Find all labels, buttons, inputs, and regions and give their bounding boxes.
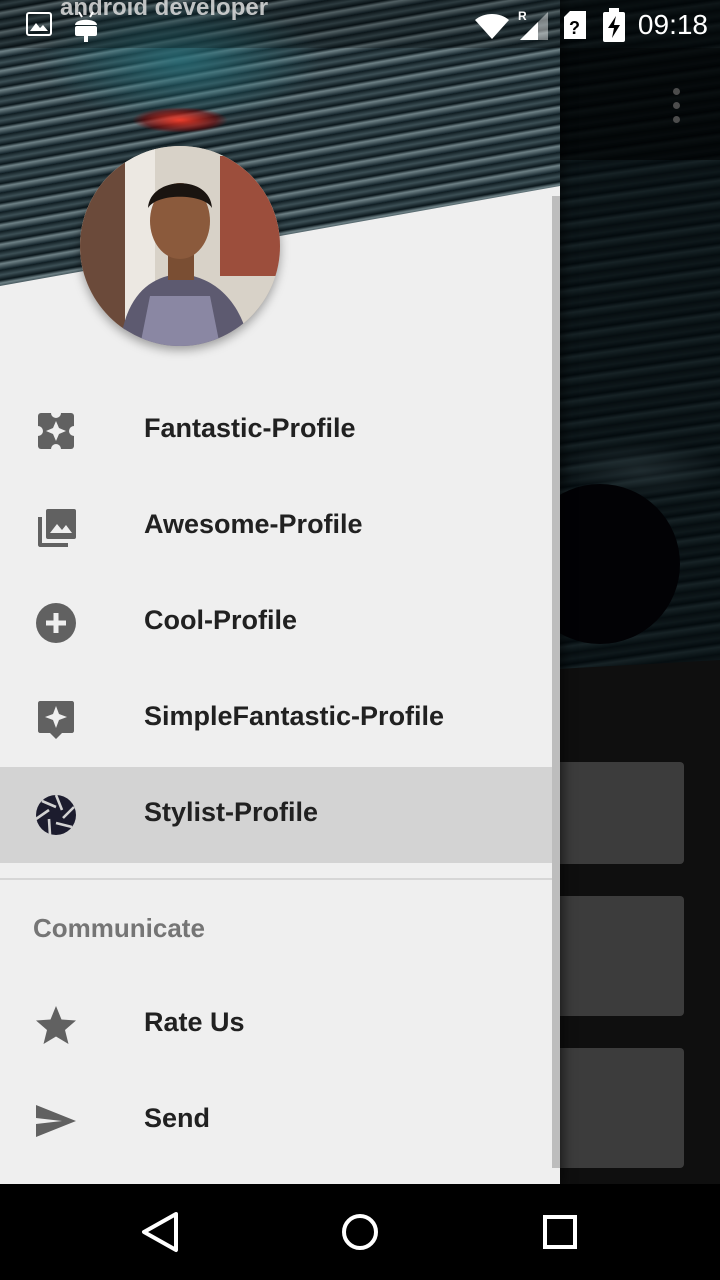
nav-item-label: Stylist-Profile	[144, 797, 319, 827]
photo-library-icon	[38, 509, 76, 547]
nav-item-fantastic-profile[interactable]: Fantastic-Profile	[0, 383, 560, 479]
battery-charging-icon	[603, 8, 625, 42]
home-circle-icon[interactable]	[332, 1204, 388, 1260]
svg-text:R: R	[518, 9, 527, 23]
svg-text:?: ?	[569, 18, 580, 38]
section-title: Communicate	[33, 913, 205, 943]
add-circle-icon	[36, 603, 76, 643]
unknown-sim-icon: ?	[564, 11, 586, 39]
wifi-icon	[475, 14, 509, 39]
system-navigation-bar	[0, 1184, 720, 1280]
puzzle-icon	[34, 409, 78, 453]
status-bar: android developer R ? 09:18	[0, 0, 720, 48]
nav-item-label: Awesome-Profile	[144, 509, 363, 539]
navigation-drawer: Fantastic-Profile Awesome-Profile Cool-P…	[0, 0, 560, 1184]
divider	[0, 878, 560, 880]
camera-shutter-icon	[35, 794, 76, 836]
nav-item-simplefantastic-profile[interactable]: SimpleFantastic-Profile	[0, 671, 560, 767]
nav-item-label: Fantastic-Profile	[144, 413, 356, 443]
nav-item-label: Cool-Profile	[144, 605, 297, 635]
star-icon	[36, 1006, 76, 1044]
android-icon	[75, 11, 97, 42]
drawer-scrollbar[interactable]	[552, 196, 560, 1168]
signal-roaming-icon: R	[518, 9, 548, 40]
nav-item-label: SimpleFantastic-Profile	[144, 701, 445, 731]
image-icon	[26, 12, 52, 36]
send-icon	[36, 1105, 76, 1137]
nav-item-rate-us[interactable]: Rate Us	[0, 977, 560, 1073]
avatar[interactable]	[80, 146, 280, 346]
nav-item-label: Send	[144, 1103, 211, 1133]
status-time: 09:18	[637, 9, 708, 40]
sparkle-badge-icon	[38, 701, 74, 739]
nav-item-stylist-profile[interactable]: Stylist-Profile	[0, 767, 560, 863]
nav-item-cool-profile[interactable]: Cool-Profile	[0, 575, 560, 671]
nav-item-send[interactable]: Send	[0, 1073, 560, 1169]
nav-item-label: Rate Us	[144, 1007, 245, 1037]
nav-item-awesome-profile[interactable]: Awesome-Profile	[0, 479, 560, 575]
recents-square-icon[interactable]	[532, 1204, 588, 1260]
back-triangle-icon[interactable]	[132, 1204, 188, 1260]
